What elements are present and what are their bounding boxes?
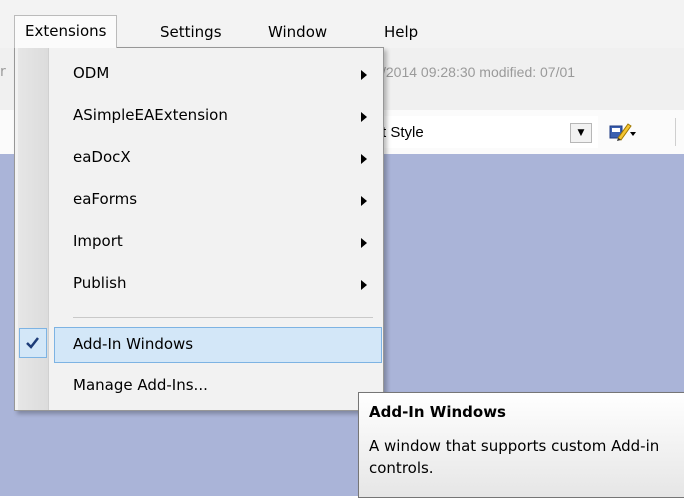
tooltip-title: Add-In Windows <box>369 403 506 421</box>
style-combo-value: t Style <box>382 124 424 141</box>
menu-item-label: eaDocX <box>73 148 131 166</box>
submenu-arrow-icon <box>361 70 367 80</box>
submenu-arrow-icon <box>361 280 367 290</box>
menu-extensions[interactable]: Extensions <box>14 15 118 48</box>
menu-item-label: ASimpleEAExtension <box>73 106 228 124</box>
menu-item-import[interactable]: Import <box>15 225 383 261</box>
menu-item-asimpleeaextension[interactable]: ASimpleEAExtension <box>15 99 383 135</box>
created-modified-info: /2014 09:28:30 modified: 07/01 <box>382 64 576 80</box>
info-left-fragment: r <box>0 64 6 80</box>
submenu-arrow-icon <box>361 154 367 164</box>
tooltip-body: A window that supports custom Add-in con… <box>369 437 660 477</box>
menu-item-publish[interactable]: Publish <box>15 267 383 303</box>
submenu-arrow-icon <box>361 196 367 206</box>
menu-settings[interactable]: Settings <box>150 16 232 48</box>
menu-item-label: Add-In Windows <box>73 335 194 353</box>
menu-item-eaforms[interactable]: eaForms <box>15 183 383 219</box>
menu-item-label: ODM <box>73 64 110 82</box>
menu-item-label: Publish <box>73 274 127 292</box>
toolbar-separator <box>675 118 676 146</box>
checked-icon <box>19 328 47 358</box>
menu-item-odm[interactable]: ODM <box>15 57 383 93</box>
tooltip: Add-In Windows A window that supports cu… <box>358 392 684 498</box>
menu-window[interactable]: Window <box>258 16 337 48</box>
menu-help[interactable]: Help <box>374 16 428 48</box>
menu-separator <box>73 317 373 318</box>
menu-item-eadocx[interactable]: eaDocX <box>15 141 383 177</box>
menu-item-manage-add-ins[interactable]: Manage Add-Ins... <box>15 369 383 405</box>
submenu-arrow-icon <box>361 238 367 248</box>
edit-style-icon[interactable] <box>608 120 638 144</box>
combo-dropdown-icon[interactable]: ▼ <box>570 123 592 143</box>
submenu-arrow-icon <box>361 112 367 122</box>
menu-item-label: Import <box>73 232 123 250</box>
menu-item-label: Manage Add-Ins... <box>73 376 208 394</box>
menu-item-label: eaForms <box>73 190 138 208</box>
menu-item-add-in-windows[interactable]: Add-In Windows <box>54 327 382 363</box>
